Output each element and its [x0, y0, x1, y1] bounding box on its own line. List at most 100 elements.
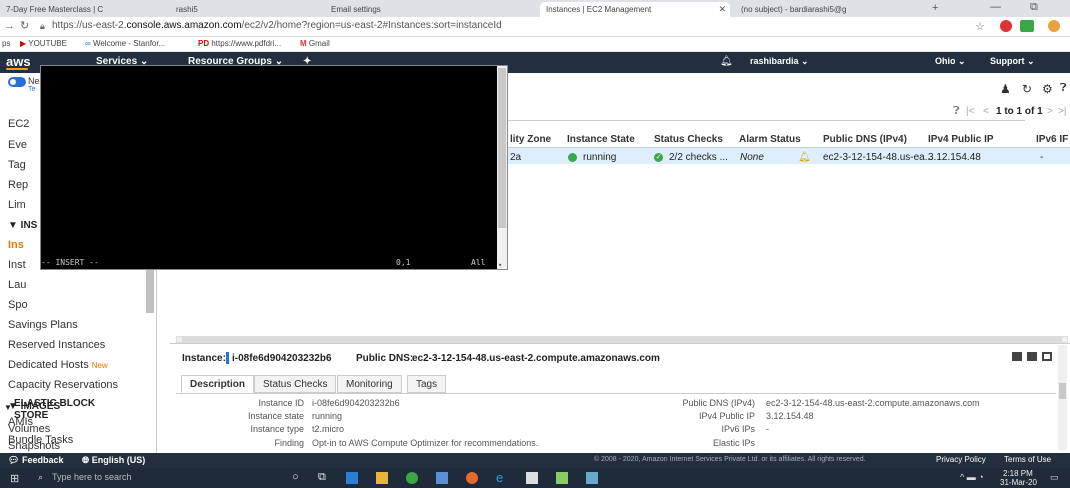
app-icon[interactable]	[556, 472, 568, 484]
terminal-cursor-pos: 0,1	[396, 258, 411, 267]
user-icon[interactable]: ♟	[1000, 82, 1011, 96]
first-page-icon[interactable]: |<	[966, 106, 974, 117]
extension-icon[interactable]	[1020, 20, 1034, 32]
tab-tags[interactable]: Tags	[407, 375, 447, 393]
windows-start-icon[interactable]: ⊞	[10, 472, 19, 485]
terms-link[interactable]: Terms of Use	[1004, 455, 1051, 464]
extension-icon[interactable]	[1000, 20, 1012, 32]
new-tab-icon[interactable]: +	[932, 2, 938, 14]
store-icon[interactable]	[526, 472, 538, 484]
col-ipv6[interactable]: IPv6 IF	[1036, 134, 1068, 145]
horizontal-scrollbar[interactable]	[176, 336, 1068, 343]
sidebar-item-tags[interactable]: Tag	[8, 159, 26, 171]
forward-icon[interactable]: →	[4, 20, 15, 32]
mail-icon[interactable]	[436, 472, 448, 484]
toggle-sublabel[interactable]: Te	[28, 86, 35, 93]
browser-tab[interactable]: Email settings	[325, 2, 525, 17]
col-instance-state[interactable]: Instance State	[567, 134, 635, 145]
region-menu[interactable]: Ohio ⌄	[935, 56, 966, 67]
scroll-down-icon[interactable]: ▾	[498, 261, 502, 269]
profile-icon[interactable]	[1048, 20, 1060, 32]
terminal-window[interactable]: -- INSERT -- 0,1 All ▾	[40, 65, 508, 270]
refresh-icon[interactable]: ↻	[1022, 82, 1032, 96]
sidebar-item-instances[interactable]: Ins	[8, 239, 24, 251]
bookmark-pdfdrive[interactable]: PD https://www.pdfdri...	[198, 39, 281, 48]
maximize-icon[interactable]: ⧉	[1030, 1, 1038, 14]
layout-icon[interactable]	[1012, 352, 1022, 361]
sidebar-item-spot-requests[interactable]: Spo	[8, 299, 28, 311]
bookmark-stanford[interactable]: ∞ Welcome - Stanfor...	[85, 39, 165, 48]
url-field[interactable]: https://us-east-2.console.aws.amazon.com…	[52, 20, 502, 31]
last-page-icon[interactable]: >|	[1058, 106, 1066, 117]
sidebar-item-events[interactable]: Eve	[8, 139, 27, 151]
col-alarm-status[interactable]: Alarm Status	[739, 134, 801, 145]
firefox-icon[interactable]	[466, 472, 478, 484]
minimize-icon[interactable]: —	[990, 1, 1001, 13]
chrome-icon[interactable]	[406, 472, 418, 484]
next-page-icon[interactable]: >	[1047, 106, 1053, 117]
sidebar-item-dedicated-hosts[interactable]: Dedicated Hosts New	[8, 359, 108, 371]
bell-icon[interactable]: 🔔︎	[798, 152, 811, 163]
sidebar-section-instances[interactable]: ▼ INS	[8, 220, 37, 231]
notifications-icon[interactable]: ▭	[1050, 472, 1059, 483]
star-icon[interactable]: ☆	[975, 20, 985, 33]
edge-icon[interactable]: e	[496, 470, 503, 485]
compute-optimizer-link[interactable]: Opt-in to AWS Compute Optimizer for reco…	[312, 438, 538, 448]
cortana-icon[interactable]: ○	[292, 471, 299, 483]
tab-status-checks[interactable]: Status Checks	[254, 375, 337, 393]
file-explorer-icon[interactable]	[376, 472, 388, 484]
taskbar-search-input[interactable]: Type here to search	[52, 472, 132, 482]
sidebar-item-capacity-reservations[interactable]: Capacity Reservations	[8, 379, 118, 391]
sidebar-item-instance-types[interactable]: Inst	[8, 259, 26, 271]
support-menu[interactable]: Support ⌄	[990, 56, 1035, 67]
bell-icon[interactable]: 🔔︎	[720, 56, 733, 67]
sidebar-item-launch-templates[interactable]: Lau	[8, 279, 26, 291]
scrollbar-thumb[interactable]	[1059, 383, 1066, 399]
new-console-toggle[interactable]	[8, 77, 26, 87]
privacy-link[interactable]: Privacy Policy	[936, 455, 986, 464]
language-selector[interactable]: 🌐︎ English (US)	[82, 455, 145, 466]
gear-icon[interactable]: ⚙	[1042, 82, 1053, 96]
tray-icons[interactable]: ^ ▬ ◔︎	[960, 472, 984, 482]
browser-tab[interactable]: (no subject) - bardiarashi5@g	[735, 2, 925, 17]
sidebar-item-volumes[interactable]: Volumes	[8, 423, 50, 435]
sidebar-item-snapshots[interactable]: Snapshots	[8, 440, 60, 452]
col-public-dns[interactable]: Public DNS (IPv4)	[823, 134, 907, 145]
user-menu[interactable]: rashibardia ⌄	[750, 56, 809, 67]
prev-page-icon[interactable]: <	[983, 106, 989, 117]
col-ipv4-public-ip[interactable]: IPv4 Public IP	[928, 134, 994, 145]
close-icon[interactable]: ✕	[718, 4, 726, 15]
browser-tab[interactable]: 7-Day Free Masterclass | C	[0, 2, 150, 17]
sidebar-section-ebs[interactable]: ELASTIC BLOCK	[14, 398, 95, 409]
task-view-icon[interactable]: ⧉	[318, 471, 326, 484]
scrollbar-thumb[interactable]	[498, 68, 506, 228]
reload-icon[interactable]: ↻	[20, 19, 29, 32]
sidebar-item-limits[interactable]: Lim	[8, 199, 26, 211]
bookmark-youtube[interactable]: ▶ YOUTUBE	[20, 39, 67, 48]
details-scrollbar[interactable]	[1058, 345, 1067, 450]
sidebar-item-savings-plans[interactable]: Savings Plans	[8, 319, 78, 331]
terminal-scrollbar[interactable]: ▾	[497, 66, 507, 269]
bookmark-apps[interactable]: ps	[2, 39, 10, 48]
app-icon[interactable]	[346, 472, 358, 484]
layout-icon[interactable]	[1027, 352, 1037, 361]
sidebar-item-reserved-instances[interactable]: Reserved Instances	[8, 339, 105, 351]
tab-monitoring[interactable]: Monitoring	[337, 375, 402, 393]
tab-description[interactable]: Description	[181, 375, 255, 393]
app-icon[interactable]	[586, 472, 598, 484]
search-icon[interactable]: ⌕	[38, 472, 43, 483]
aws-logo[interactable]: aws	[6, 54, 31, 69]
browser-tab[interactable]: rashi5	[170, 2, 300, 17]
help-circle-icon[interactable]: ❓︎	[953, 105, 960, 118]
scrollbar-thumb[interactable]	[182, 337, 1062, 342]
layout-icon[interactable]	[1042, 352, 1052, 361]
browser-tab-active[interactable]: Instances | EC2 Management ✕	[540, 2, 730, 17]
feedback-button[interactable]: 💬︎ Feedback	[8, 455, 63, 466]
help-icon[interactable]: ❓︎	[1060, 82, 1067, 95]
col-availability-zone[interactable]: lity Zone	[510, 134, 551, 145]
col-status-checks[interactable]: Status Checks	[654, 134, 723, 145]
bookmark-gmail[interactable]: M Gmail	[300, 39, 330, 48]
sidebar-item-reports[interactable]: Rep	[8, 179, 28, 191]
sidebar-item-ec2-dashboard[interactable]: EC2	[8, 118, 29, 130]
filter-bar[interactable]	[505, 103, 1025, 121]
